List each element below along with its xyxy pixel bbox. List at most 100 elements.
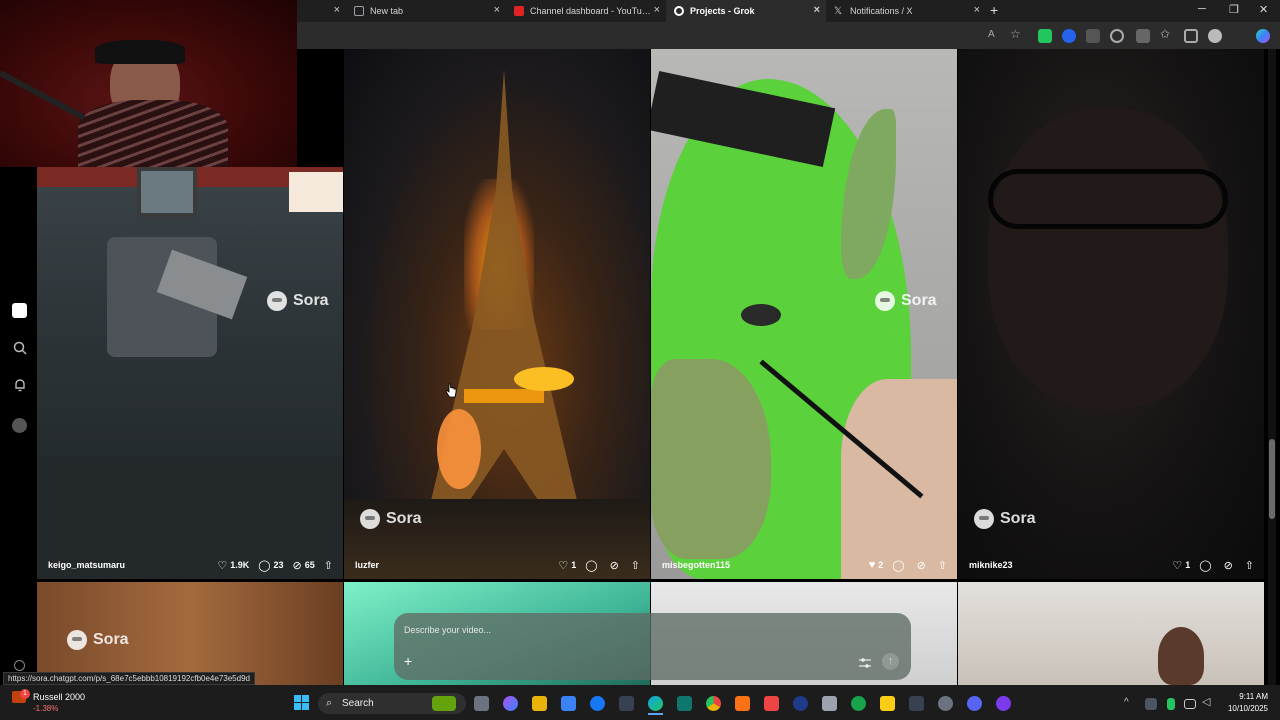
chevron-up-icon[interactable]: ^ <box>1124 697 1129 708</box>
close-tab-icon[interactable]: × <box>814 5 820 16</box>
like-button[interactable]: ♡ 1.9K <box>217 559 249 572</box>
maximize-button[interactable]: ❐ <box>1229 3 1239 16</box>
youtube-taskbar-icon[interactable] <box>764 696 779 711</box>
facebook-icon[interactable] <box>590 696 605 711</box>
tab-new-tab[interactable]: New tab × <box>346 0 506 22</box>
xbox-icon[interactable] <box>851 696 866 711</box>
network-icon[interactable] <box>1184 699 1196 709</box>
video-card[interactable]: Sora <box>37 167 343 579</box>
close-tab-icon[interactable]: × <box>654 5 660 16</box>
video-card[interactable] <box>958 582 1264 685</box>
sora-logo-icon <box>974 509 994 529</box>
comment-button[interactable]: ◯ <box>892 559 907 572</box>
amazon-icon[interactable] <box>619 696 634 711</box>
share-button[interactable]: ⇧ <box>1245 559 1257 572</box>
clock-date[interactable]: 10/10/2025 <box>1222 704 1268 713</box>
tab-previous[interactable]: × <box>298 0 346 22</box>
taskbar-search-box[interactable]: ⌕ Search <box>318 693 466 714</box>
refresh-extension-icon[interactable] <box>1110 29 1124 43</box>
sticky-notes-icon[interactable] <box>880 696 895 711</box>
tab-youtube-studio[interactable]: Channel dashboard - YouTube Studio × <box>506 0 666 22</box>
app-icon[interactable] <box>677 696 692 711</box>
comment-button[interactable]: ◯ 23 <box>258 559 283 572</box>
video-card[interactable]: Sora <box>344 49 650 579</box>
openai-icon[interactable] <box>938 696 953 711</box>
copilot-icon[interactable] <box>1256 29 1270 43</box>
task-view-icon[interactable] <box>474 696 489 711</box>
username[interactable]: miknike23 <box>969 560 1163 570</box>
minimize-button[interactable]: ─ <box>1198 3 1206 15</box>
windows-start-icon[interactable] <box>294 695 309 710</box>
close-tab-icon[interactable]: × <box>974 5 980 16</box>
video-card[interactable]: Sora <box>958 49 1264 579</box>
settings-sliders-icon[interactable] <box>858 656 872 668</box>
remix-button[interactable]: ⊘ <box>1224 559 1236 572</box>
submit-button[interactable]: ↑ <box>882 653 899 670</box>
video-card[interactable]: Sora <box>651 49 957 579</box>
like-button[interactable]: ♡ 1 <box>1172 559 1190 572</box>
add-attachment-button[interactable]: + <box>404 653 412 669</box>
prompt-input[interactable] <box>404 625 844 635</box>
like-button[interactable]: ♥ 2 <box>869 559 884 571</box>
copilot-taskbar-icon[interactable] <box>503 696 518 711</box>
remix-button[interactable]: ⊘ <box>917 559 929 572</box>
share-icon: ⇧ <box>323 559 333 572</box>
comment-button[interactable]: ◯ <box>1199 559 1214 572</box>
shield-icon[interactable] <box>1184 29 1198 43</box>
active-app-indicator <box>648 713 663 715</box>
microsoft-store-icon[interactable] <box>561 696 576 711</box>
x-logo-icon: 𝕏 <box>834 6 843 17</box>
stock-name[interactable]: Russell 2000 <box>33 692 85 702</box>
extensions-icon[interactable] <box>1136 29 1150 43</box>
username[interactable]: misbegotten115 <box>662 560 860 570</box>
remix-button[interactable]: ⊘ <box>610 559 622 572</box>
edge-browser-icon[interactable] <box>648 696 663 711</box>
scrollbar-track[interactable] <box>1268 49 1276 685</box>
close-tab-icon[interactable]: × <box>494 5 500 16</box>
close-tab-icon[interactable]: × <box>334 5 340 16</box>
microphone-icon[interactable] <box>1167 698 1175 710</box>
home-icon[interactable] <box>12 303 27 318</box>
share-button[interactable]: ⇧ <box>938 559 950 572</box>
tray-app-icon[interactable] <box>1145 698 1157 710</box>
volume-icon[interactable]: ◁ <box>1202 695 1217 710</box>
discord-icon[interactable] <box>967 696 982 711</box>
clock-time[interactable]: 9:11 AM <box>1222 692 1268 701</box>
steam-icon[interactable] <box>793 696 808 711</box>
sora-watermark: Sora <box>267 291 329 311</box>
app-icon[interactable] <box>822 696 837 711</box>
extension-s-icon[interactable] <box>1086 29 1100 43</box>
chrome-icon[interactable] <box>706 696 721 711</box>
new-tab-button[interactable]: + <box>990 2 998 18</box>
username[interactable]: keigo_matsumaru <box>48 560 208 570</box>
username[interactable]: luzfer <box>355 560 549 570</box>
search-icon[interactable] <box>12 340 27 355</box>
favorites-icon[interactable]: ✩ <box>1160 27 1174 41</box>
obs-icon[interactable] <box>996 696 1011 711</box>
app-icon[interactable] <box>909 696 924 711</box>
extension-green-icon[interactable] <box>1038 29 1052 43</box>
extension-blue-icon[interactable] <box>1062 29 1076 43</box>
like-button[interactable]: ♡ 1 <box>558 559 576 572</box>
remix-button[interactable]: ⊘ 65 <box>293 559 315 572</box>
favorite-star-icon[interactable]: ☆ <box>1010 27 1024 41</box>
read-aloud-icon[interactable]: A <box>988 29 1002 43</box>
notifications-bell-icon[interactable] <box>12 377 27 392</box>
vlc-icon[interactable] <box>735 696 750 711</box>
share-button[interactable]: ⇧ <box>324 559 336 572</box>
video-card[interactable]: Sora <box>37 582 343 685</box>
sora-logo-icon <box>67 630 87 650</box>
settings-icon[interactable] <box>14 660 25 671</box>
profile-avatar-icon[interactable] <box>1208 29 1222 43</box>
scrollbar-thumb[interactable] <box>1269 439 1275 519</box>
sora-watermark: Sora <box>360 509 422 529</box>
tab-grok-projects[interactable]: Projects - Grok × <box>666 0 826 22</box>
comment-button[interactable]: ◯ <box>585 559 600 572</box>
close-window-button[interactable]: ✕ <box>1259 3 1268 16</box>
tab-x-notifications[interactable]: 𝕏 Notifications / X × <box>826 0 986 22</box>
file-explorer-icon[interactable] <box>532 696 547 711</box>
share-button[interactable]: ⇧ <box>631 559 643 572</box>
link-status-url: https://sora.chatgpt.com/p/s_68e7c5ebbb1… <box>3 672 255 685</box>
profile-icon[interactable] <box>12 418 27 433</box>
prompt-composer: + ↑ <box>394 613 911 680</box>
